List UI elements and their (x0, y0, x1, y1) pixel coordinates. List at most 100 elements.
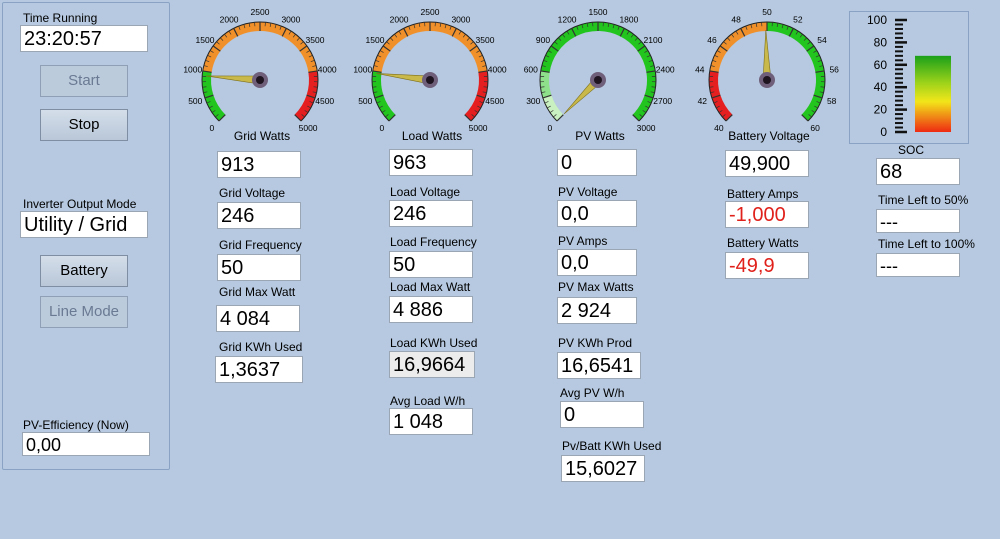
battery-amps-label: Battery Amps (727, 187, 799, 201)
grid-gauge-title: Grid Watts (234, 129, 290, 143)
pv-avg-field: 0 (560, 401, 644, 428)
grid-gauge-tick-label: 2500 (251, 7, 270, 17)
soc-scale-label: 60 (874, 58, 888, 72)
load-max-watt-label: Load Max Watt (390, 280, 471, 294)
pv-gauge-tick-label: 300 (526, 96, 540, 106)
line-mode-button[interactable]: Line Mode (40, 296, 128, 328)
grid-gauge-tick-label: 5000 (299, 123, 318, 133)
battery-gauge-tick-label: 42 (698, 96, 708, 106)
load-gauge-tick-label: 4500 (485, 96, 504, 106)
start-button[interactable]: Start (40, 65, 128, 97)
pv-kwh-prod-field: 16,6541 (557, 352, 641, 379)
soc-scale-label: 40 (874, 80, 888, 94)
time-left-50-field: --- (876, 209, 960, 233)
grid-frequency-label: Grid Frequency (219, 238, 302, 252)
grid-max-watt-field: 4 084 (216, 305, 300, 332)
pv-watts-field: 0 (557, 149, 637, 176)
battery-gauge-tick (709, 86, 714, 88)
battery-watts-field: -49,9 (725, 252, 809, 279)
pv-gauge-tick-label: 1800 (619, 14, 638, 24)
pv-voltage-field: 0,0 (557, 200, 637, 227)
grid-frequency-field: 50 (217, 254, 301, 281)
load-gauge-tick-label: 5000 (469, 123, 488, 133)
pv-gauge-tick-label: 0 (548, 123, 553, 133)
battery-gauge-tick-label: 40 (714, 123, 724, 133)
load-max-watt-field: 4 886 (389, 296, 473, 323)
grid-max-watt-label: Grid Max Watt (219, 285, 296, 299)
battery-gauge-tick-label: 54 (817, 35, 827, 45)
grid-watts-gauge: 0 500 1000 1500 2000 2500 3000 3500 4000 4500 5000… (180, 2, 340, 148)
pv-gauge-tick-label: 600 (524, 64, 538, 74)
inverter-mode-field: Utility / Grid (20, 211, 148, 238)
load-gauge-tick-label: 3000 (451, 14, 470, 24)
load-avg-label: Avg Load W/h (390, 394, 466, 408)
soc-field: 68 (876, 158, 960, 185)
pv-gauge-tick-label: 3000 (637, 123, 656, 133)
pv-watts-gauge: 0 300 600 900 1200 1500 1800 2100 2400 2700 3000 PV… (518, 2, 678, 148)
pv-gauge-tick (540, 86, 545, 88)
load-avg-field: 1 048 (389, 408, 473, 435)
grid-voltage-field: 246 (217, 202, 301, 229)
grid-gauge-tick-label: 2000 (220, 14, 239, 24)
grid-kwh-field: 1,3637 (215, 356, 303, 383)
pv-voltage-label: PV Voltage (558, 185, 618, 199)
pv-gauge-tick-label: 1200 (558, 14, 577, 24)
pv-batt-kwh-field: 15,6027 (561, 455, 645, 482)
load-voltage-field: 246 (389, 200, 473, 227)
stop-button[interactable]: Stop (40, 109, 128, 141)
grid-voltage-label: Grid Voltage (219, 186, 286, 200)
soc-scale-label: 100 (867, 13, 887, 27)
time-left-100-label: Time Left to 100% (878, 237, 975, 251)
soc-level-bar (915, 55, 951, 133)
grid-gauge-hub-center (256, 76, 264, 84)
load-gauge-tick-label: 3500 (476, 35, 495, 45)
load-gauge-tick-label: 1000 (353, 64, 372, 74)
battery-gauge-svg: 40 42 44 46 48 50 52 54 56 58 60Battery Voltage (695, 7, 839, 143)
battery-gauge-band (709, 22, 768, 73)
battery-gauge-tick-label: 44 (695, 64, 705, 74)
grid-gauge-tick-label: 0 (210, 123, 215, 133)
soc-scale-label: 80 (874, 35, 888, 49)
battery-gauge-hub-center (763, 76, 771, 84)
battery-gauge-tick-label: 56 (829, 64, 839, 74)
pv-kwh-prod-label: PV KWh Prod (558, 336, 633, 350)
battery-gauge-tick-label: 58 (827, 96, 837, 106)
load-gauge-tick-label: 2000 (390, 14, 409, 24)
grid-watts-field: 913 (217, 151, 301, 178)
pv-avg-label: Avg PV W/h (560, 386, 625, 400)
grid-gauge-tick (313, 86, 318, 88)
time-left-50-label: Time Left to 50% (878, 193, 969, 207)
load-watts-gauge: 0 500 1000 1500 2000 2500 3000 3500 4000 4500 5000… (350, 2, 510, 148)
load-voltage-label: Load Voltage (390, 185, 461, 199)
battery-gauge-tick-label: 52 (793, 14, 803, 24)
load-frequency-label: Load Frequency (390, 235, 477, 249)
battery-gauge-tick-label: 46 (707, 35, 717, 45)
soc-label: SOC (898, 143, 925, 157)
pv-efficiency-field: 0,00 (22, 432, 150, 456)
battery-gauge-band (766, 22, 825, 122)
load-gauge-tick-label: 500 (358, 96, 372, 106)
grid-gauge-tick-label: 3500 (306, 35, 325, 45)
battery-button[interactable]: Battery (40, 255, 128, 287)
pv-gauge-tick-label: 1500 (589, 7, 608, 17)
pv-gauge-rim (539, 21, 657, 122)
pv-gauge-band (540, 70, 552, 98)
load-gauge-tick (483, 86, 488, 88)
grid-gauge-tick-label: 3000 (281, 14, 300, 24)
grid-gauge-rim (201, 21, 319, 122)
soc-scale-svg: 100 80 60 40 20 0 (867, 13, 951, 139)
grid-gauge-svg: 0 500 1000 1500 2000 2500 3000 3500 4000 4500 5000… (183, 7, 337, 143)
load-gauge-hub-center (426, 76, 434, 84)
pv-gauge-hub-center (594, 76, 602, 84)
pv-gauge-tick-label: 2400 (656, 64, 675, 74)
pv-gauge-tick (651, 86, 656, 88)
inverter-mode-label: Inverter Output Mode (23, 197, 137, 211)
load-gauge-svg: 0 500 1000 1500 2000 2500 3000 3500 4000 4500 5000… (353, 7, 507, 143)
pv-gauge-tick-label: 2700 (653, 96, 672, 106)
load-gauge-tick-label: 1500 (366, 35, 385, 45)
battery-voltage-field: 49,900 (725, 150, 809, 177)
grid-gauge-tick-label: 500 (188, 96, 202, 106)
grid-gauge-tick-label: 4500 (315, 96, 334, 106)
battery-gauge-tick-label: 60 (810, 123, 820, 133)
battery-gauge-tick (820, 86, 825, 88)
